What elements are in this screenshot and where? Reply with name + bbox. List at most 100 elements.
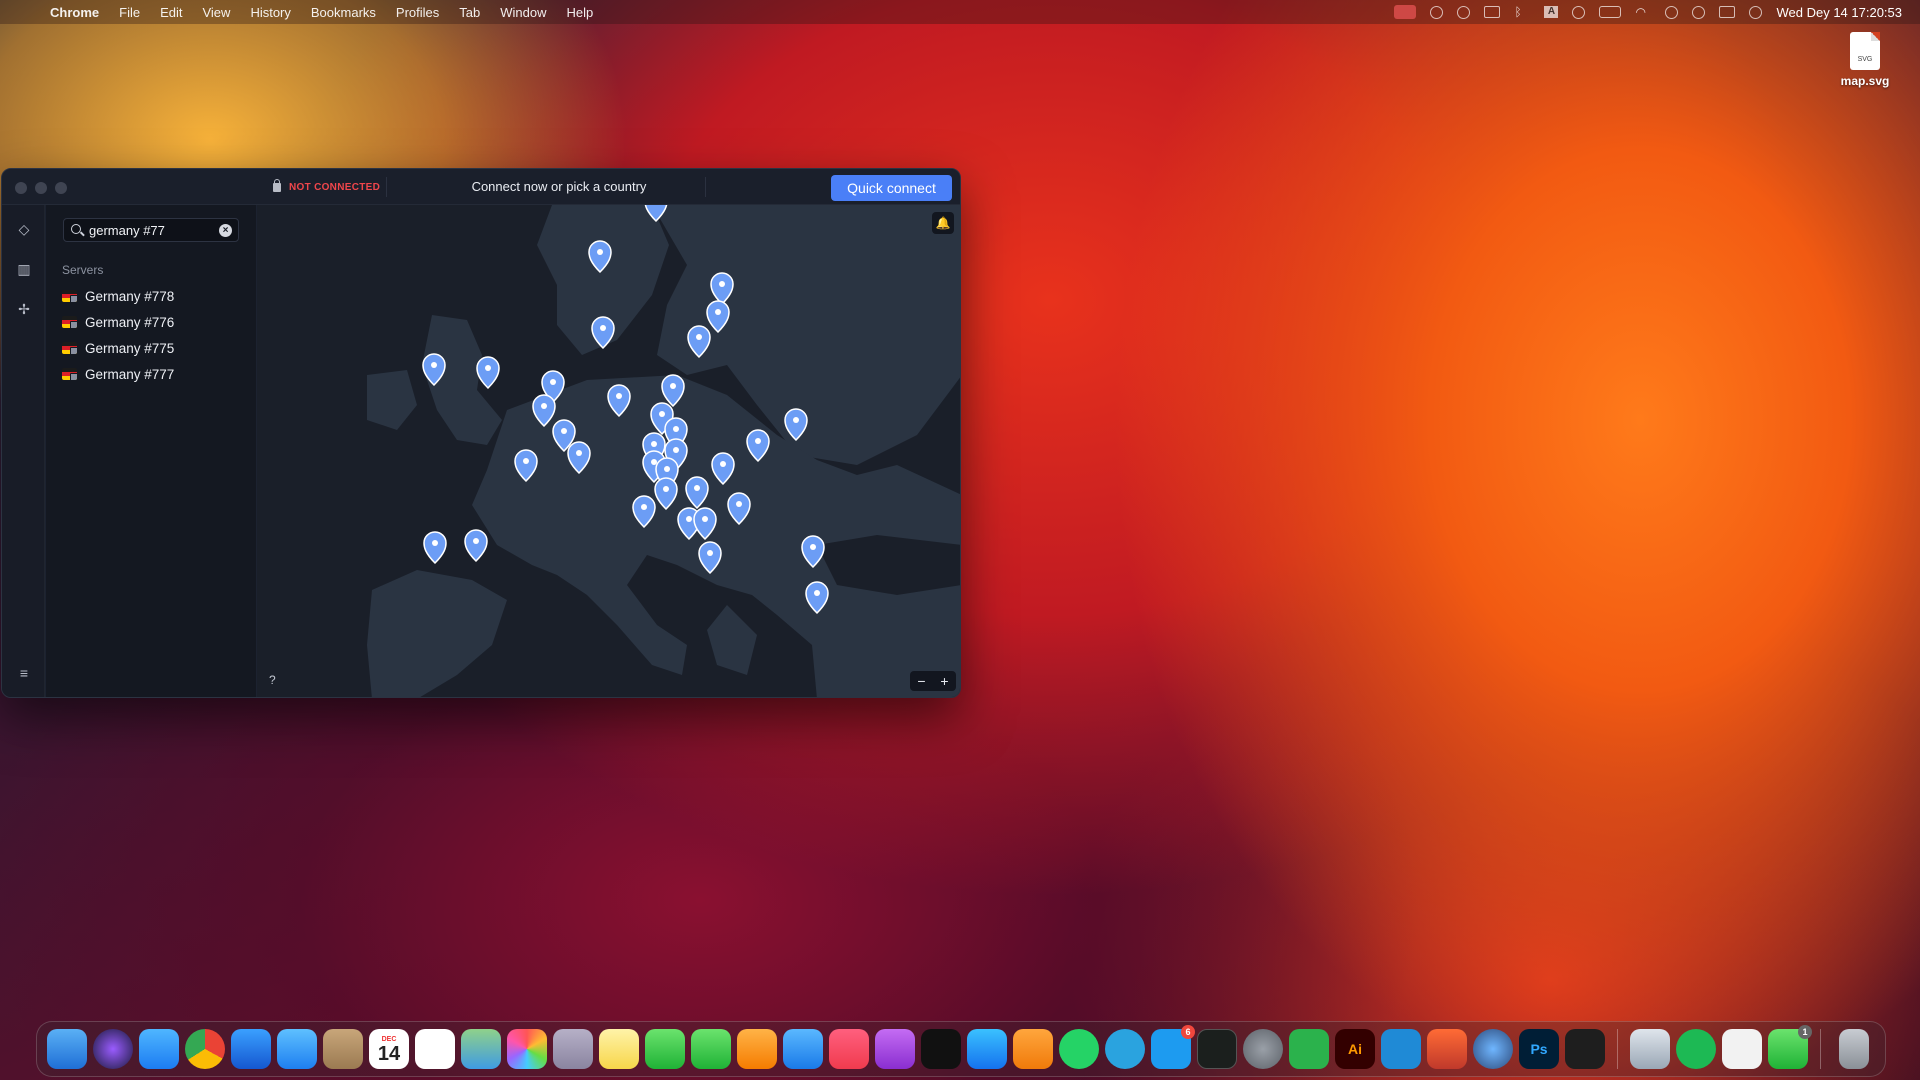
quicktime-icon[interactable] xyxy=(1473,1029,1513,1069)
safari-icon[interactable] xyxy=(139,1029,179,1069)
maps-icon[interactable] xyxy=(461,1029,501,1069)
transmit-icon[interactable] xyxy=(1427,1029,1467,1069)
server-pin[interactable] xyxy=(591,316,615,350)
server-pin[interactable] xyxy=(805,581,829,615)
telegram-icon[interactable] xyxy=(1105,1029,1145,1069)
search-input[interactable] xyxy=(89,222,219,238)
zoom-window-button[interactable] xyxy=(55,182,67,194)
server-pin[interactable] xyxy=(644,205,668,223)
preview-icon[interactable] xyxy=(1630,1029,1670,1069)
server-pin[interactable] xyxy=(687,325,711,359)
reminders-icon[interactable] xyxy=(415,1029,455,1069)
contacts-icon[interactable] xyxy=(323,1029,363,1069)
figma-icon[interactable] xyxy=(1565,1029,1605,1069)
menu-file[interactable]: File xyxy=(119,5,140,20)
apple-tv-icon[interactable] xyxy=(921,1029,961,1069)
notes-icon[interactable] xyxy=(599,1029,639,1069)
spark-mail-icon[interactable] xyxy=(231,1029,271,1069)
server-pin[interactable] xyxy=(784,408,808,442)
menu-view[interactable]: View xyxy=(202,5,230,20)
twitter-icon[interactable]: 6 xyxy=(1151,1025,1195,1069)
spotify-icon[interactable] xyxy=(1676,1029,1716,1069)
activity-monitor-icon[interactable] xyxy=(1197,1029,1237,1069)
whatsapp-icon[interactable] xyxy=(1059,1029,1099,1069)
mail-icon[interactable] xyxy=(277,1029,317,1069)
desktop-file[interactable]: SVG map.svg xyxy=(1830,32,1900,88)
control-center-icon[interactable] xyxy=(1719,6,1736,18)
server-pin[interactable] xyxy=(706,300,730,334)
finder-icon[interactable] xyxy=(47,1029,87,1069)
server-item[interactable]: Germany #776 xyxy=(62,309,247,335)
settings-sliders-icon[interactable]: ≡ xyxy=(16,665,32,681)
menu-history[interactable]: History xyxy=(250,5,290,20)
server-pin[interactable] xyxy=(698,541,722,575)
meshnet-icon[interactable]: ✢ xyxy=(16,301,32,317)
play-icon[interactable] xyxy=(1457,5,1471,19)
server-pin[interactable] xyxy=(654,477,678,511)
headphones-icon[interactable] xyxy=(1572,5,1586,19)
search-box[interactable]: × xyxy=(63,218,239,242)
server-map[interactable]: 🔔 ? − + xyxy=(257,205,961,698)
server-pin[interactable] xyxy=(711,452,735,486)
facetime-icon[interactable]: 1 xyxy=(1768,1025,1812,1069)
spotlight-icon[interactable] xyxy=(1692,5,1706,19)
server-pin[interactable] xyxy=(632,495,656,529)
quick-connect-button[interactable]: Quick connect xyxy=(831,175,952,201)
battery-icon[interactable] xyxy=(1599,6,1622,18)
music-icon[interactable] xyxy=(829,1029,869,1069)
server-pin[interactable] xyxy=(693,507,717,541)
notifications-bell-icon[interactable]: 🔔 xyxy=(932,212,954,234)
server-pin[interactable] xyxy=(710,272,734,306)
server-pin[interactable] xyxy=(423,531,447,565)
server-pin[interactable] xyxy=(727,492,751,526)
illustrator-icon[interactable]: Ai xyxy=(1335,1029,1375,1069)
server-pin[interactable] xyxy=(746,429,770,463)
menu-clock[interactable]: Wed Dey 14 17:20:53 xyxy=(1776,5,1902,20)
server-pin[interactable] xyxy=(464,529,488,563)
pages-icon[interactable] xyxy=(737,1029,777,1069)
launchpad-icon[interactable] xyxy=(553,1029,593,1069)
time-machine-icon[interactable] xyxy=(1665,5,1679,19)
input-source-icon[interactable]: A xyxy=(1544,6,1559,18)
server-item[interactable]: Germany #775 xyxy=(62,335,247,361)
photoshop-icon[interactable]: Ps xyxy=(1519,1029,1559,1069)
close-window-button[interactable] xyxy=(15,182,27,194)
server-pin[interactable] xyxy=(422,353,446,387)
books-icon[interactable] xyxy=(1013,1029,1053,1069)
facetime-video-icon[interactable] xyxy=(691,1029,731,1069)
trash-icon[interactable] xyxy=(1839,1029,1869,1069)
help-button[interactable]: ? xyxy=(269,673,276,687)
chrome-icon[interactable] xyxy=(185,1029,225,1069)
calendar-icon[interactable]: DEC 14 xyxy=(369,1029,409,1069)
menu-profiles[interactable]: Profiles xyxy=(396,5,439,20)
server-pin[interactable] xyxy=(661,374,685,408)
server-pin[interactable] xyxy=(801,535,825,569)
server-pin[interactable] xyxy=(588,240,612,274)
menu-edit[interactable]: Edit xyxy=(160,5,182,20)
app-tray-icon[interactable] xyxy=(1484,6,1501,18)
clear-search-icon[interactable]: × xyxy=(219,224,232,237)
screen-record-icon[interactable] xyxy=(1394,5,1417,19)
app-store-icon[interactable] xyxy=(967,1029,1007,1069)
server-pin[interactable] xyxy=(476,356,500,390)
airdrop-icon[interactable] xyxy=(1430,5,1444,19)
server-pin[interactable] xyxy=(514,449,538,483)
bluetooth-icon[interactable]: ᛒ xyxy=(1514,6,1530,18)
menu-tab[interactable]: Tab xyxy=(459,5,480,20)
menu-bookmarks[interactable]: Bookmarks xyxy=(311,5,376,20)
keynote-icon[interactable] xyxy=(783,1029,823,1069)
server-pin[interactable] xyxy=(607,384,631,418)
minimize-window-button[interactable] xyxy=(35,182,47,194)
server-pin[interactable] xyxy=(532,394,556,428)
menu-window[interactable]: Window xyxy=(500,5,546,20)
mongodb-compass-icon[interactable] xyxy=(1722,1029,1762,1069)
server-pins[interactable] xyxy=(257,205,961,698)
zoom-out-button[interactable]: − xyxy=(917,673,925,689)
vscode-icon[interactable] xyxy=(1381,1029,1421,1069)
photos-icon[interactable] xyxy=(507,1029,547,1069)
server-pin[interactable] xyxy=(685,476,709,510)
messages-icon[interactable] xyxy=(645,1029,685,1069)
menu-app-name[interactable]: Chrome xyxy=(50,5,99,20)
menu-help[interactable]: Help xyxy=(567,5,594,20)
siri-icon[interactable] xyxy=(1749,5,1763,19)
